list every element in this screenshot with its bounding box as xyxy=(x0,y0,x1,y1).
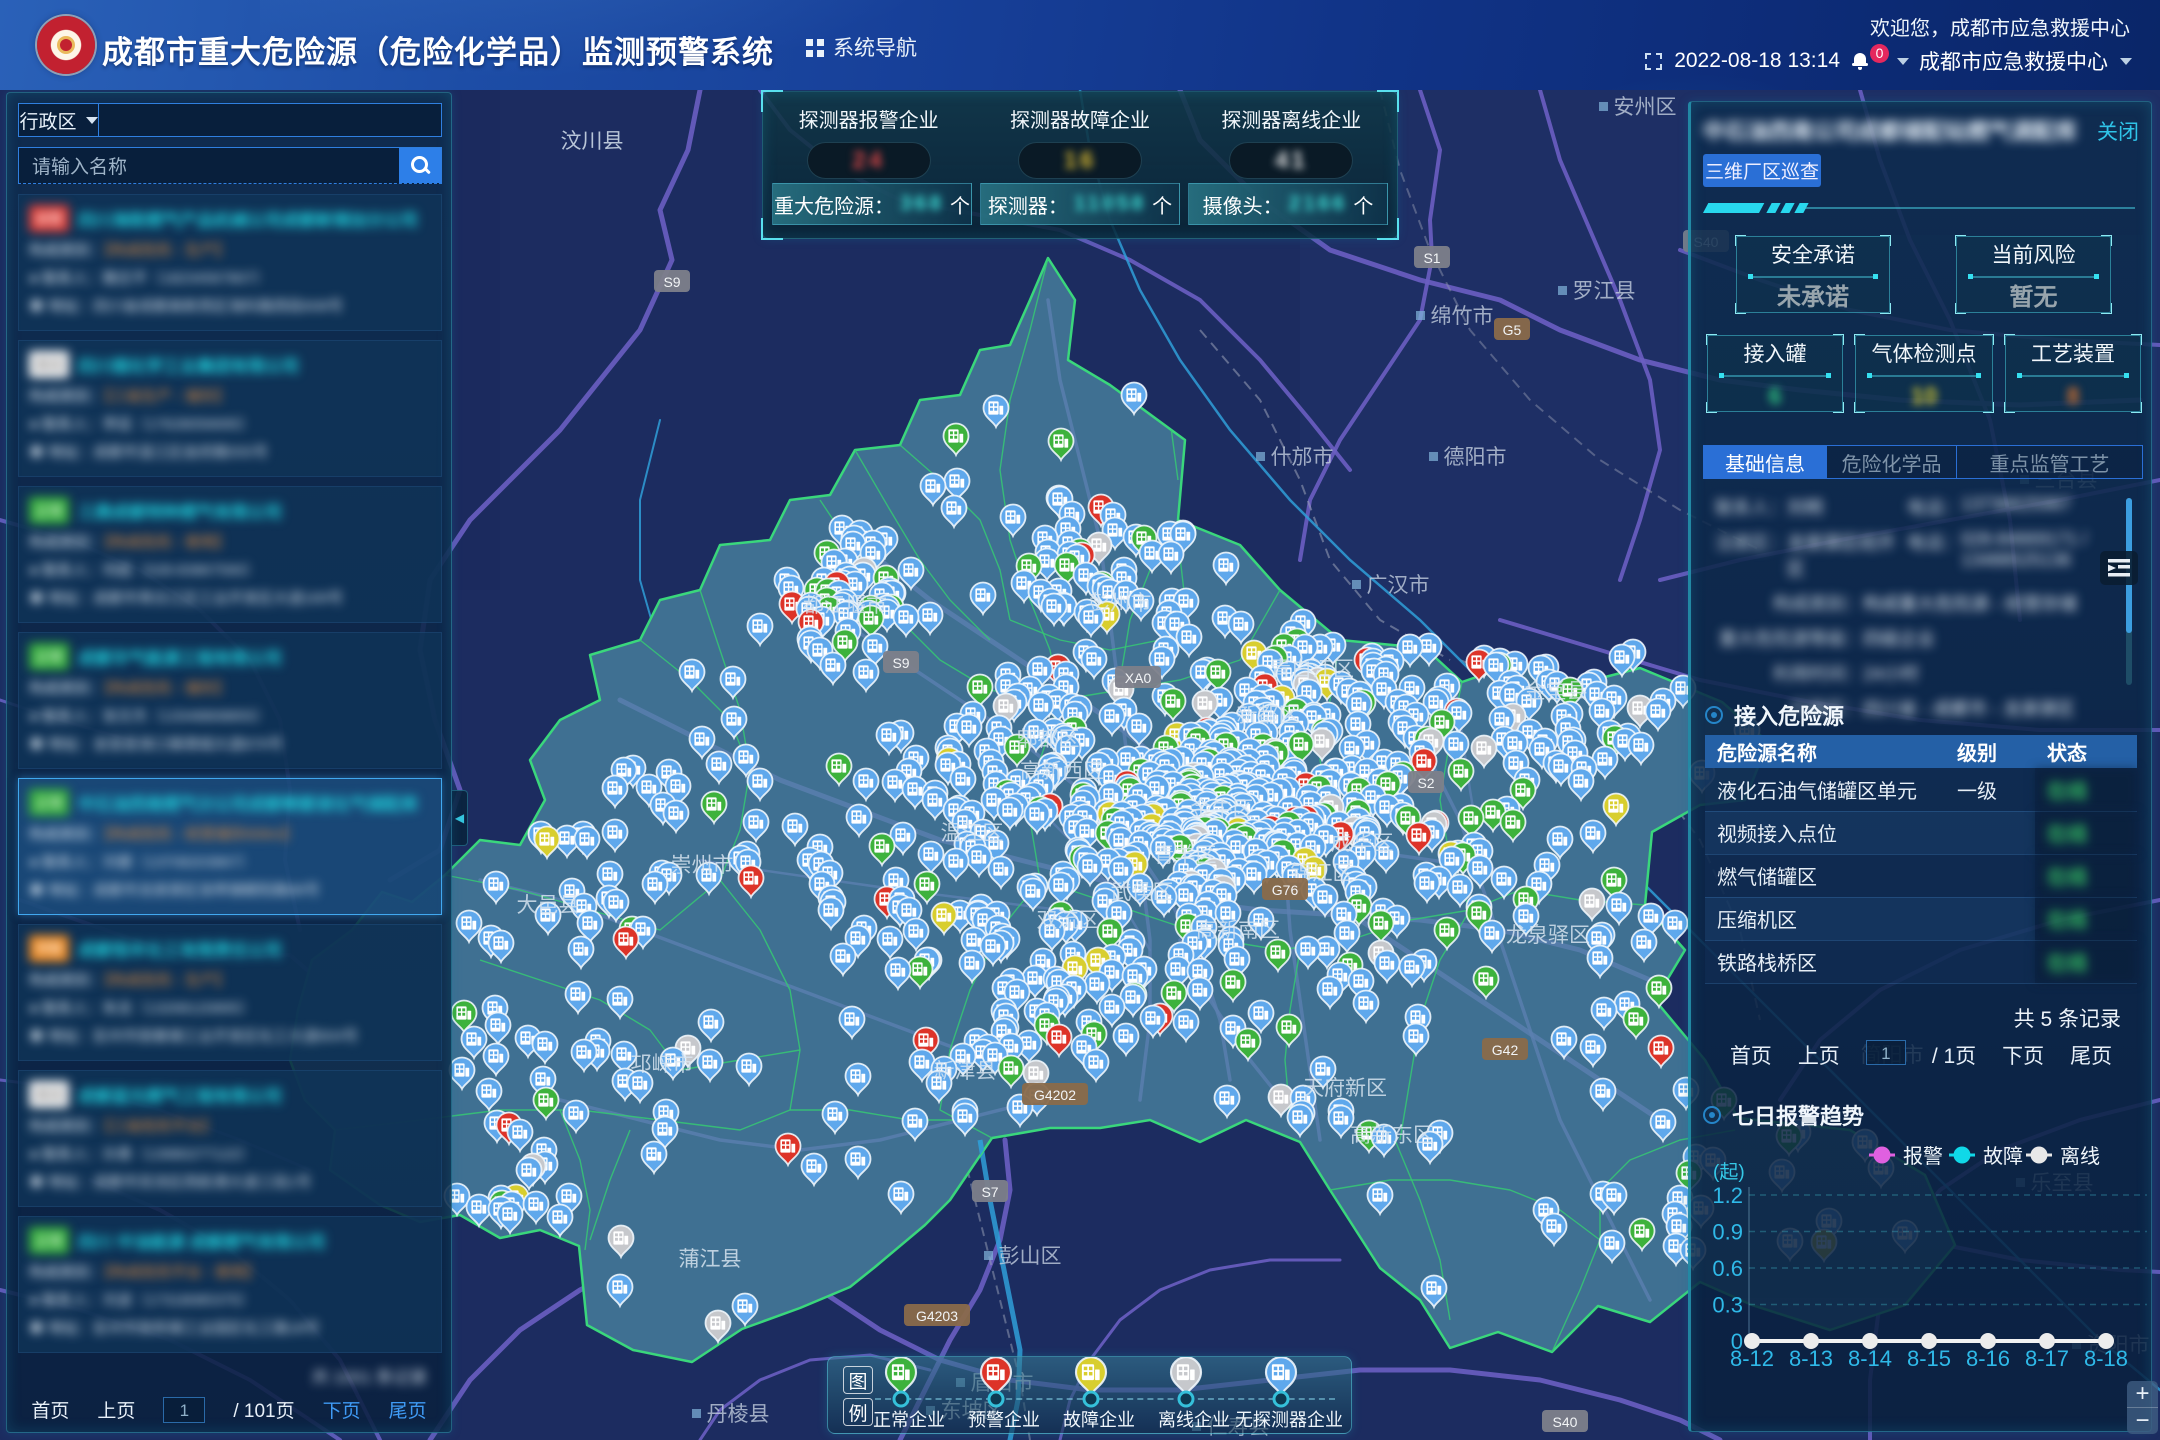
svg-text:龙泉驿区: 龙泉驿区 xyxy=(1506,924,1590,947)
svg-text:郫都区: 郫都区 xyxy=(1017,728,1080,751)
svg-text:天府新区: 天府新区 xyxy=(1303,1077,1387,1100)
svg-text:彭州市: 彭州市 xyxy=(1089,592,1152,615)
svg-text:0.6: 0.6 xyxy=(1712,1256,1743,1281)
svg-text:8-15: 8-15 xyxy=(1907,1346,1951,1371)
svg-text:(起): (起) xyxy=(1713,1161,1745,1183)
svg-text:0.9: 0.9 xyxy=(1712,1220,1743,1245)
svg-text:8-18: 8-18 xyxy=(2084,1346,2128,1371)
svg-text:金牛区: 金牛区 xyxy=(1191,798,1254,821)
svg-text:报警: 报警 xyxy=(1903,1145,1943,1168)
svg-text:新津县: 新津县 xyxy=(934,1060,997,1083)
svg-text:双流区: 双流区 xyxy=(1037,909,1100,932)
svg-text:XA0: XA0 xyxy=(1125,670,1152,686)
svg-text:彭山区: 彭山区 xyxy=(999,1245,1062,1268)
svg-text:8-13: 8-13 xyxy=(1789,1346,1833,1371)
svg-text:8-12: 8-12 xyxy=(1730,1346,1774,1371)
svg-text:都江堰市: 都江堰市 xyxy=(803,594,887,617)
svg-text:8-17: 8-17 xyxy=(2025,1346,2069,1371)
svg-text:G5: G5 xyxy=(1503,322,1522,338)
svg-text:S9: S9 xyxy=(663,274,680,290)
svg-text:8-14: 8-14 xyxy=(1848,1346,1892,1371)
svg-text:安州区: 安州区 xyxy=(1614,96,1677,119)
svg-text:什邡市: 什邡市 xyxy=(1271,446,1334,469)
svg-text:崇州市: 崇州市 xyxy=(671,854,734,877)
svg-text:武侯区: 武侯区 xyxy=(1111,881,1174,904)
svg-text:蒲江县: 蒲江县 xyxy=(679,1248,742,1271)
svg-text:G76: G76 xyxy=(1272,882,1299,898)
svg-text:高新东区: 高新东区 xyxy=(1350,1124,1434,1147)
svg-text:高新西区: 高新西区 xyxy=(1020,760,1104,783)
svg-text:S9: S9 xyxy=(892,655,909,671)
svg-text:青白江区: 青白江区 xyxy=(1270,658,1354,681)
svg-text:新都区: 新都区 xyxy=(1237,704,1300,727)
svg-text:S1: S1 xyxy=(1423,250,1440,266)
svg-text:高新南区: 高新南区 xyxy=(1196,919,1280,942)
svg-text:成华区: 成华区 xyxy=(1331,832,1394,855)
svg-text:8-16: 8-16 xyxy=(1966,1346,2010,1371)
svg-text:S2: S2 xyxy=(1417,775,1434,791)
svg-text:1.2: 1.2 xyxy=(1712,1183,1743,1208)
svg-text:离线: 离线 xyxy=(2060,1145,2100,1168)
svg-text:广汉市: 广汉市 xyxy=(1367,574,1430,597)
svg-text:汶川县: 汶川县 xyxy=(561,130,624,153)
svg-text:罗江县: 罗江县 xyxy=(1573,280,1636,303)
svg-text:S7: S7 xyxy=(981,1184,998,1200)
svg-text:0.3: 0.3 xyxy=(1712,1293,1743,1318)
svg-text:故障: 故障 xyxy=(1983,1145,2023,1168)
svg-text:G42: G42 xyxy=(1492,1042,1519,1058)
svg-text:绵竹市: 绵竹市 xyxy=(1431,305,1494,328)
svg-text:青羊区: 青羊区 xyxy=(1154,844,1217,867)
svg-text:S40: S40 xyxy=(1553,1414,1578,1430)
svg-text:温江区: 温江区 xyxy=(941,822,1004,845)
svg-text:G4202: G4202 xyxy=(1034,1087,1076,1103)
svg-text:丹棱县: 丹棱县 xyxy=(707,1403,770,1426)
svg-text:大邑县: 大邑县 xyxy=(517,894,580,917)
svg-text:邛崃市: 邛崃市 xyxy=(631,1053,694,1076)
svg-text:金堂县: 金堂县 xyxy=(1525,680,1588,703)
svg-text:德阳市: 德阳市 xyxy=(1444,446,1507,469)
svg-text:G4203: G4203 xyxy=(916,1308,958,1324)
